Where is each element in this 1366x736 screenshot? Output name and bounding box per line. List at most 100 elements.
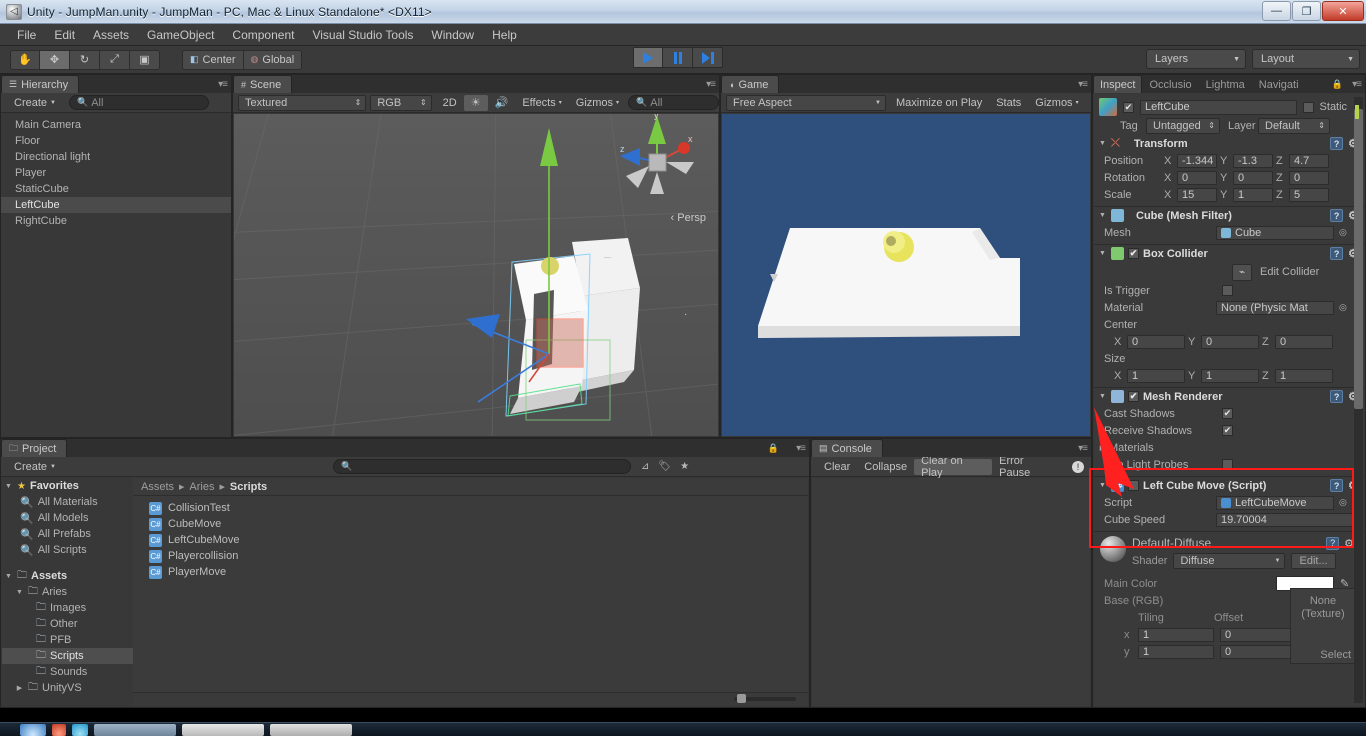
shader-edit-button[interactable]: Edit... <box>1291 553 1336 569</box>
layer-dropdown[interactable]: Default ⇕ <box>1258 117 1330 134</box>
project-create-button[interactable]: Create ▼ <box>7 459 63 475</box>
tab-scene[interactable]: # Scene <box>233 75 293 93</box>
favorite-star-icon[interactable]: ★ <box>680 461 689 472</box>
hierarchy-item-main-camera[interactable]: Main Camera <box>1 117 231 133</box>
breadcrumb-scripts[interactable]: Scripts <box>230 481 267 493</box>
project-folder-sounds[interactable]: 🗀 Sounds <box>2 664 133 680</box>
console-log-area[interactable] <box>812 478 1090 706</box>
help-icon[interactable]: ? <box>1330 247 1344 260</box>
script-enabled-checkbox[interactable] <box>1128 480 1139 491</box>
rect-tool-icon[interactable]: ▣ <box>130 49 160 70</box>
project-folder-other[interactable]: 🗀 Other <box>2 616 133 632</box>
game-gizmos-dropdown[interactable]: Gizmos ▾ <box>1028 95 1085 111</box>
project-favorite-all-materials[interactable]: 🔍 All Materials <box>2 494 133 510</box>
object-picker-icon[interactable]: ◎ <box>1334 302 1347 313</box>
gear-icon[interactable]: ⚙ <box>1344 537 1354 550</box>
object-enabled-checkbox[interactable]: ✔ <box>1123 101 1134 113</box>
help-icon[interactable]: ? <box>1326 536 1340 550</box>
transform-header[interactable]: ▼ ⤬ Transform ? ⚙ <box>1094 135 1364 152</box>
rotation-z-input[interactable]: 0 <box>1289 170 1329 185</box>
tab-inspector[interactable]: Inspect <box>1093 75 1143 93</box>
scene-search-input[interactable]: 🔍 All <box>628 95 719 110</box>
offset-y-input[interactable]: 0 <box>1220 644 1292 659</box>
lock-icon[interactable]: 🔒 <box>1332 79 1343 90</box>
offset-x-input[interactable]: 0 <box>1220 627 1292 642</box>
scene-gizmos-dropdown[interactable]: Gizmos ▾ <box>569 95 626 111</box>
scene-draw-mode-dropdown[interactable]: Textured ⇕ <box>238 94 367 111</box>
scene-2d-toggle[interactable]: 2D <box>436 95 464 111</box>
step-button[interactable] <box>693 47 723 68</box>
menu-visual-studio-tools[interactable]: Visual Studio Tools <box>303 26 422 44</box>
box-collider-enabled-checkbox[interactable]: ✔ <box>1128 248 1139 259</box>
menu-help[interactable]: Help <box>483 26 526 44</box>
chevron-right-icon[interactable]: ▶ <box>1098 444 1107 452</box>
taskbar-item-1[interactable] <box>94 723 176 736</box>
console-collapse-toggle[interactable]: Collapse <box>857 459 914 475</box>
taskbar-icon-3[interactable] <box>72 723 88 736</box>
taskbar-item-3[interactable] <box>270 723 352 736</box>
hierarchy-item-rightcube[interactable]: RightCube <box>1 213 231 229</box>
scene-audio-toggle[interactable]: 🔊 <box>488 95 516 111</box>
panel-menu-icon[interactable]: ▾≡ <box>1352 79 1362 90</box>
script-component-header[interactable]: ▼ C# Left Cube Move (Script) ? ⚙ <box>1094 477 1364 494</box>
panel-menu-icon[interactable]: ▾≡ <box>218 79 228 90</box>
chevron-down-icon[interactable]: ▼ <box>1098 250 1107 257</box>
help-icon[interactable]: ? <box>1330 137 1344 150</box>
project-folder-images[interactable]: 🗀 Images <box>2 600 133 616</box>
static-checkbox[interactable] <box>1302 101 1314 113</box>
hierarchy-search-input[interactable]: 🔍 All <box>68 95 209 110</box>
asset-item-playercollision[interactable]: C# Playercollision <box>133 548 808 564</box>
play-button[interactable] <box>633 47 663 68</box>
position-y-input[interactable]: -1.3 <box>1233 153 1273 168</box>
materials-row[interactable]: ▶ Materials <box>1094 439 1364 456</box>
scale-tool-icon[interactable]: ⤢ <box>100 49 130 70</box>
position-x-input[interactable]: -1.344 <box>1177 153 1217 168</box>
center-x-input[interactable]: 0 <box>1127 334 1185 349</box>
pivot-toggle[interactable]: ◧ Center <box>182 49 244 70</box>
object-picker-icon[interactable]: ◎ <box>1334 227 1347 238</box>
center-y-input[interactable]: 0 <box>1201 334 1259 349</box>
scale-y-input[interactable]: 1 <box>1233 187 1273 202</box>
lock-icon[interactable]: 🔒 <box>768 443 779 454</box>
scene-effects-dropdown[interactable]: Effects ▾ <box>515 95 568 111</box>
chevron-down-icon[interactable]: ▼ <box>1098 140 1107 147</box>
size-y-input[interactable]: 1 <box>1201 368 1259 383</box>
scene-lighting-toggle[interactable]: ☀ <box>463 94 488 111</box>
hierarchy-item-directional-light[interactable]: Directional light <box>1 149 231 165</box>
close-button[interactable]: ✕ <box>1322 1 1364 21</box>
tab-navigation[interactable]: Navigati <box>1251 75 1306 93</box>
chevron-down-icon[interactable]: ▼ <box>1098 482 1107 489</box>
help-icon[interactable]: ? <box>1330 390 1344 403</box>
hand-tool-icon[interactable]: ✋ <box>10 49 40 70</box>
console-clear-button[interactable]: Clear <box>817 459 857 475</box>
scene-projection-label[interactable]: ‹ Persp <box>671 212 706 224</box>
scene-color-mode-dropdown[interactable]: RGB ⇕ <box>370 94 432 111</box>
scale-z-input[interactable]: 5 <box>1289 187 1329 202</box>
mesh-filter-header[interactable]: ▼ Cube (Mesh Filter) ? ⚙ <box>1094 207 1364 224</box>
panel-menu-icon[interactable]: ▾≡ <box>1078 443 1088 454</box>
project-assets-root[interactable]: ▼ 🗀 Assets <box>2 568 133 584</box>
menu-edit[interactable]: Edit <box>45 26 84 44</box>
layers-dropdown[interactable]: Layers ▼ <box>1146 49 1246 69</box>
tab-game[interactable]: ◖ Game <box>721 75 780 93</box>
restore-button[interactable]: ❐ <box>1292 1 1321 21</box>
project-favorite-all-scripts[interactable]: 🔍 All Scripts <box>2 542 133 558</box>
texture-select-button[interactable]: Select <box>1320 649 1355 661</box>
hierarchy-item-staticcube[interactable]: StaticCube <box>1 181 231 197</box>
mesh-renderer-enabled-checkbox[interactable]: ✔ <box>1128 391 1139 402</box>
scale-x-input[interactable]: 15 <box>1177 187 1217 202</box>
project-favorite-all-prefabs[interactable]: 🔍 All Prefabs <box>2 526 133 542</box>
filter-label-icon[interactable]: 🏷 <box>658 461 671 472</box>
space-toggle[interactable]: ◍ Global <box>243 49 303 70</box>
receive-shadows-checkbox[interactable]: ✔ <box>1222 425 1233 436</box>
maximize-on-play-toggle[interactable]: Maximize on Play <box>889 95 989 111</box>
pause-button[interactable] <box>663 47 693 68</box>
rotation-y-input[interactable]: 0 <box>1233 170 1273 185</box>
texture-slot[interactable]: None (Texture) Select <box>1290 588 1356 664</box>
project-folder-pfb[interactable]: 🗀 PFB <box>2 632 133 648</box>
physic-material-field[interactable]: None (Physic Mat <box>1216 300 1334 315</box>
tab-hierarchy[interactable]: ☰ Hierarchy <box>1 75 80 93</box>
project-search-input[interactable]: 🔍 <box>332 459 631 474</box>
game-aspect-dropdown[interactable]: Free Aspect ▼ <box>726 94 886 111</box>
project-favorites-group[interactable]: ▼ ★ Favorites <box>2 478 133 494</box>
